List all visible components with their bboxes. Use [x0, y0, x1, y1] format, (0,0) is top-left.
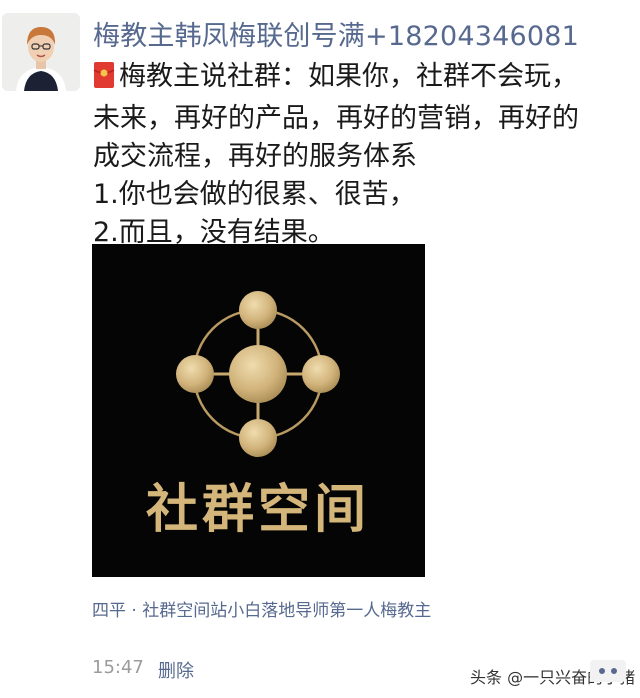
post-image[interactable]: 社群空间 [92, 244, 425, 577]
post-content-line-1: 梅教主说社群：如果你，社群不会玩， [93, 58, 628, 100]
delete-button[interactable]: 删除 [158, 657, 194, 683]
post-author-name[interactable]: 梅教主韩凤梅联创号满+18204346081 [93, 14, 579, 53]
post-location[interactable]: 四平 · 社群空间站小白落地导师第一人梅教主 [92, 596, 431, 621]
post-timestamp: 15:47 [92, 657, 144, 678]
community-space-logo: 社群空间 [146, 291, 370, 540]
avatar-portrait [2, 13, 80, 91]
post-content-line-3: 成交流程，再好的服务体系 [93, 141, 417, 172]
post-text: 梅教主说社群：如果你，社群不会玩， [119, 61, 578, 92]
post-content-line-2: 未来，再好的产品，再好的营销，再好的 [93, 103, 579, 134]
post-content-line-4: 1.你也会做的很累、很苦， [93, 179, 416, 210]
more-options-icon[interactable] [590, 660, 626, 682]
logo-wordmark: 社群空间 [146, 480, 370, 540]
red-packet-icon [93, 61, 115, 100]
avatar[interactable] [2, 13, 80, 91]
post-content: 梅教主说社群：如果你，社群不会玩， 未来，再好的产品，再好的营销，再好的 成交流… [93, 58, 628, 252]
